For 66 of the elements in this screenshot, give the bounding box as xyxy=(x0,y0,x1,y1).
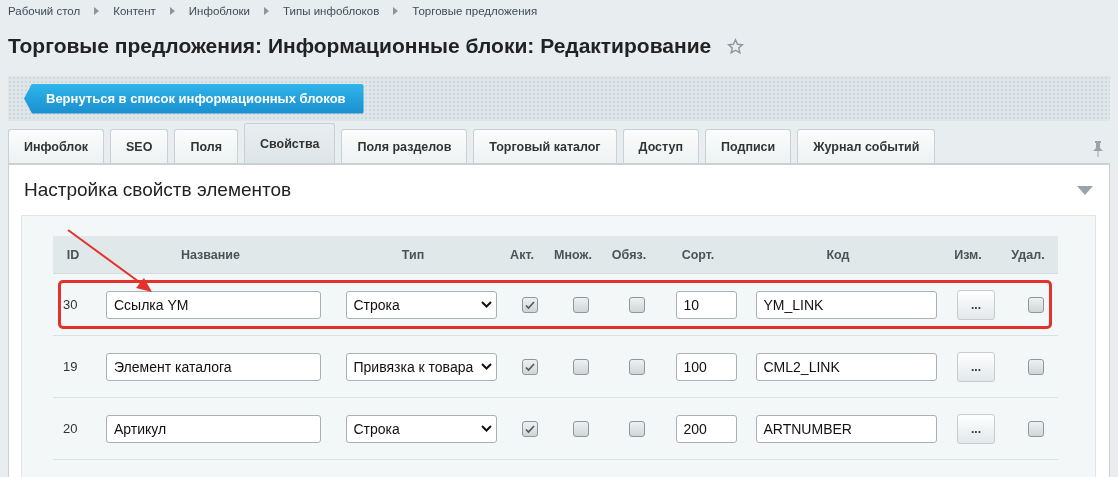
breadcrumb-separator-icon xyxy=(169,7,175,15)
breadcrumb-separator-icon xyxy=(393,7,399,15)
breadcrumb-separator-icon xyxy=(94,7,100,15)
tab[interactable]: Поля xyxy=(174,129,238,163)
star-icon[interactable] xyxy=(727,37,745,55)
checkbox[interactable] xyxy=(629,296,645,313)
column-header: Множ. xyxy=(553,247,593,262)
table-cell-text: 30 xyxy=(62,297,79,312)
column-header: ID xyxy=(65,247,81,262)
chevron-icon xyxy=(480,301,492,308)
tab[interactable]: Поля разделов xyxy=(341,129,468,163)
breadcrumb-separator-icon xyxy=(264,7,270,15)
column-header: Акт. xyxy=(509,247,535,262)
checkbox[interactable] xyxy=(629,420,645,437)
column-header: Тип xyxy=(400,247,426,262)
checkbox[interactable] xyxy=(573,358,589,375)
checkbox[interactable] xyxy=(629,358,645,375)
checkbox[interactable] xyxy=(573,296,589,313)
breadcrumb-link[interactable]: Инфоблоки xyxy=(188,5,251,17)
breadcrumb-link[interactable]: Торговые предложения xyxy=(412,5,538,17)
select-field[interactable]: Строка xyxy=(345,290,497,319)
input-field[interactable]: ARTNUMBER xyxy=(755,414,937,443)
column-header: Код xyxy=(825,247,851,262)
tab[interactable]: Торговый каталог xyxy=(473,129,617,163)
input-field[interactable]: 100 xyxy=(675,352,737,381)
tab[interactable]: Подписи xyxy=(705,129,792,163)
column-header: Название xyxy=(180,247,241,262)
column-header: Удал. xyxy=(1010,247,1046,262)
input-field[interactable]: YM_LINK xyxy=(755,290,937,319)
checkbox[interactable] xyxy=(573,420,589,437)
checkbox[interactable] xyxy=(522,296,538,313)
input-field[interactable]: 10 xyxy=(675,290,737,319)
tab[interactable]: Инфоблок xyxy=(8,129,105,163)
input-field[interactable]: Ссылка YM xyxy=(106,290,321,319)
checkbox[interactable] xyxy=(1028,358,1044,375)
checkbox[interactable] xyxy=(1028,296,1044,313)
select-field[interactable]: Привязка к товара xyxy=(345,352,497,381)
input-field[interactable]: Артикул xyxy=(106,414,321,443)
page-title: Торговые предложения: Информационные блоки: Редактирование xyxy=(8,34,712,58)
input-field[interactable]: 200 xyxy=(675,414,737,443)
tab[interactable]: Журнал событий xyxy=(797,129,936,163)
edit-button[interactable]: ... xyxy=(957,351,995,382)
input-field[interactable]: CML2_LINK xyxy=(755,352,937,381)
collapse-icon[interactable] xyxy=(1077,185,1093,195)
table-cell-text: 20 xyxy=(62,421,79,436)
section-title: Настройка свойств элементов xyxy=(24,179,292,201)
column-header: Изм. xyxy=(953,247,983,262)
checkbox[interactable] xyxy=(522,358,538,375)
breadcrumb-link[interactable]: Рабочий стол xyxy=(8,5,81,17)
edit-button[interactable]: ... xyxy=(957,413,995,444)
checkbox[interactable] xyxy=(522,420,538,437)
breadcrumb-link[interactable]: Контент xyxy=(113,5,156,17)
column-header: Сорт. xyxy=(680,247,716,262)
breadcrumb-link[interactable]: Типы инфоблоков xyxy=(283,5,380,17)
column-header: Обяз. xyxy=(610,247,648,262)
tab[interactable]: Доступ xyxy=(622,129,699,163)
edit-button[interactable]: ... xyxy=(957,289,995,320)
table-cell-text: 19 xyxy=(62,359,79,374)
select-field[interactable]: Строка xyxy=(345,414,497,443)
tab[interactable]: SEO xyxy=(110,129,169,163)
checkbox[interactable] xyxy=(1028,420,1044,437)
pin-icon[interactable] xyxy=(1092,141,1104,157)
chevron-icon xyxy=(480,425,492,432)
chevron-icon xyxy=(480,363,492,370)
input-field[interactable]: Элемент каталога xyxy=(106,352,321,381)
tab[interactable]: Свойства xyxy=(244,123,336,163)
